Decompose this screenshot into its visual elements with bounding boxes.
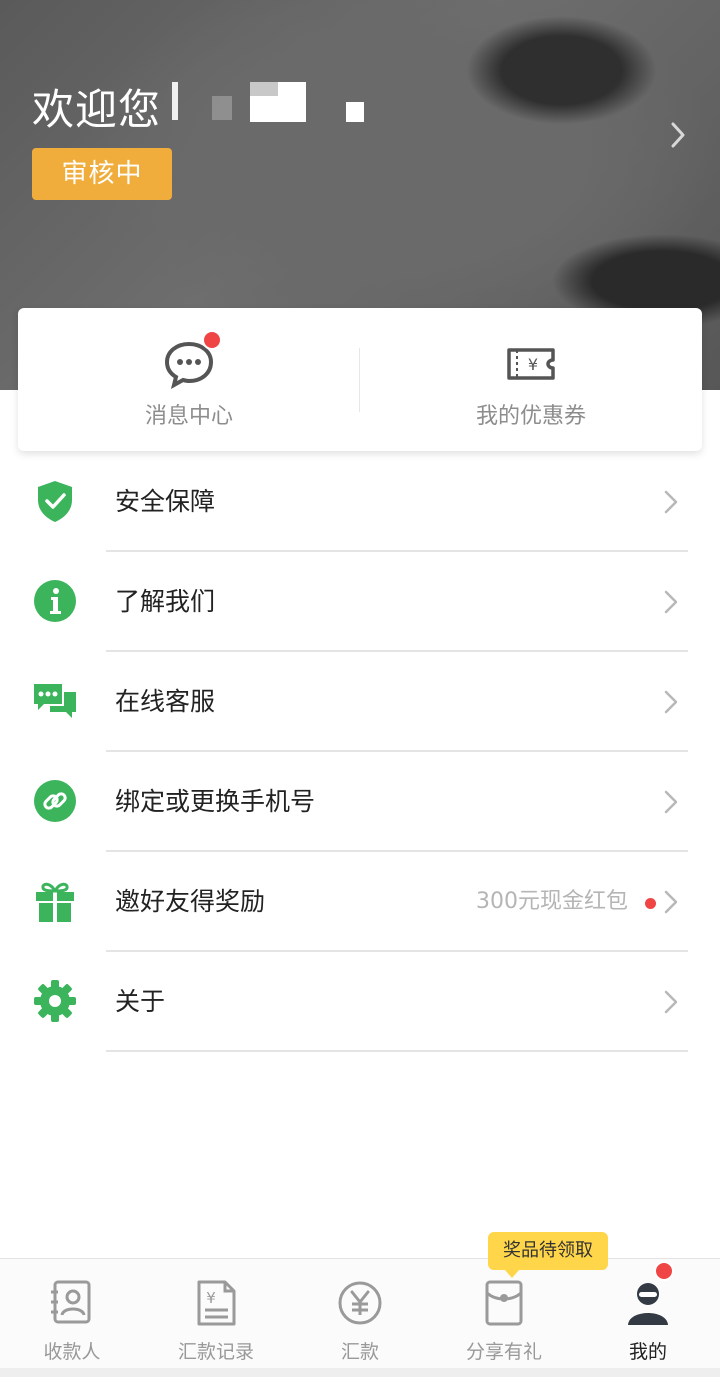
bottom-tab-bar: 收款人 ¥ 汇款记录 汇款 分享有礼 我的 [0, 1258, 720, 1368]
prize-tooltip[interactable]: 奖品待领取 [488, 1232, 608, 1278]
menu-item-invite-friends[interactable]: 邀好友得奖励 300元现金红包 [0, 852, 720, 952]
tab-remittance[interactable]: 汇款 [288, 1259, 432, 1369]
chevron-right-icon[interactable] [670, 122, 686, 148]
svg-text:¥: ¥ [206, 1289, 216, 1307]
tab-payee[interactable]: 收款人 [0, 1259, 144, 1369]
coupons-label: 我的优惠券 [475, 404, 586, 429]
menu-item-security[interactable]: 安全保障 [0, 452, 720, 552]
menu-item-label: 邀好友得奖励 [115, 887, 266, 916]
bottom-strip [0, 1368, 720, 1377]
gear-icon [34, 980, 76, 1022]
chevron-right-icon [664, 590, 678, 614]
menu-item-customer-service[interactable]: 在线客服 [0, 652, 720, 752]
menu-item-label: 安全保障 [115, 487, 216, 516]
chevron-right-icon [664, 990, 678, 1014]
chevron-right-icon [664, 890, 678, 914]
coupon-icon: ¥ [507, 348, 555, 380]
tab-label: 收款人 [43, 1341, 101, 1363]
menu-item-about[interactable]: 关于 [0, 952, 720, 1052]
menu-item-label: 在线客服 [115, 687, 216, 716]
info-icon [34, 580, 76, 622]
menu-item-bind-phone[interactable]: 绑定或更换手机号 [0, 752, 720, 852]
user-avatar-icon [628, 1283, 668, 1325]
unread-dot [202, 330, 222, 350]
menu-item-label: 关于 [115, 987, 166, 1016]
chevron-right-icon [664, 790, 678, 814]
tab-label: 分享有礼 [465, 1341, 542, 1363]
divider [106, 1050, 688, 1052]
notification-dot [645, 898, 656, 909]
shield-check-icon [38, 481, 72, 522]
message-center-label: 消息中心 [144, 404, 233, 429]
settings-menu: 安全保障 了解我们 在线客服 绑定或更换手机号 邀好友得奖励 300元现金红包 … [0, 452, 720, 1052]
tab-label: 我的 [628, 1341, 667, 1363]
menu-item-label: 了解我们 [115, 587, 216, 616]
username-pixelated [172, 82, 372, 124]
menu-item-about-us[interactable]: 了解我们 [0, 552, 720, 652]
svg-text:¥: ¥ [528, 355, 538, 374]
coupons-button[interactable]: ¥ 我的优惠券 [360, 308, 702, 451]
quick-access-card: 消息中心 ¥ 我的优惠券 [18, 308, 702, 451]
payee-icon [51, 1280, 91, 1324]
profile-page: 欢迎您 审核中 消息中心 ¥ 我的优惠券 安全保障 了解我们 在线客服 绑定或更… [0, 0, 720, 1377]
message-center-button[interactable]: 消息中心 [18, 308, 360, 451]
notification-dot [654, 1261, 674, 1281]
chat-bubbles-icon [34, 684, 76, 718]
tab-mine[interactable]: 我的 [576, 1259, 720, 1369]
chevron-right-icon [664, 690, 678, 714]
link-icon [34, 780, 76, 822]
tab-label: 汇款 [340, 1341, 379, 1363]
remittance-record-icon: ¥ [197, 1280, 236, 1326]
gift-icon [36, 882, 74, 922]
menu-item-label: 绑定或更换手机号 [115, 787, 316, 816]
welcome-text: 欢迎您 [32, 85, 162, 134]
yuan-circle-icon [338, 1281, 382, 1325]
status-badge: 审核中 [32, 148, 172, 200]
tab-remittance-record[interactable]: ¥ 汇款记录 [144, 1259, 288, 1369]
tab-label: 汇款记录 [177, 1341, 254, 1363]
reward-hint: 300元现金红包 [476, 889, 628, 914]
chevron-right-icon [664, 490, 678, 514]
red-envelope-icon [485, 1280, 523, 1326]
